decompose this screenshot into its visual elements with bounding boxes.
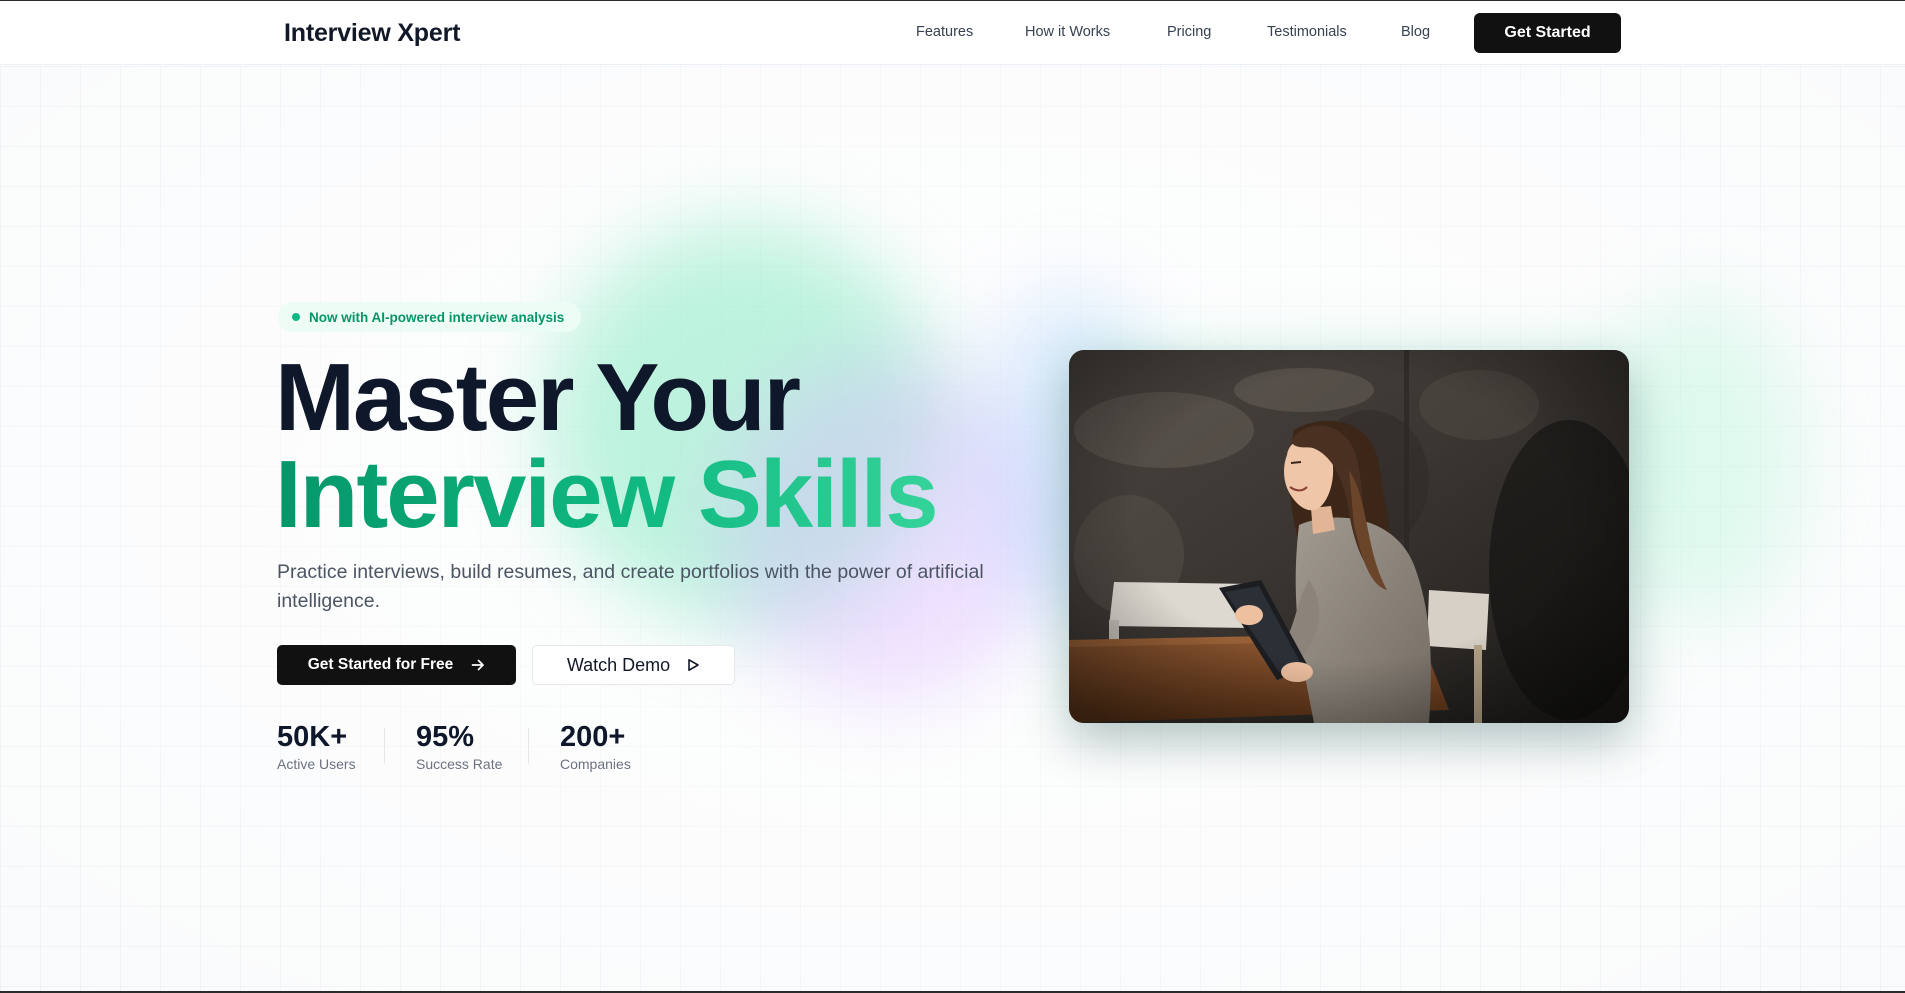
site-header: Interview Xpert Features How it Works Pr…: [0, 1, 1905, 65]
stat-label: Active Users: [277, 756, 356, 772]
stat-success-rate: 95% Success Rate: [416, 720, 502, 772]
stat-companies: 200+ Companies: [560, 720, 631, 772]
nav-link-features[interactable]: Features: [916, 24, 973, 40]
hero-title-line-2: Interview Skills: [275, 441, 939, 548]
arrow-right-icon: [471, 659, 485, 671]
hero-title-line-1: Master Your: [275, 344, 801, 451]
nav-link-testimonials[interactable]: Testimonials: [1267, 24, 1347, 40]
get-started-free-button[interactable]: Get Started for Free: [277, 645, 516, 685]
badge-text: Now with AI-powered interview analysis: [309, 309, 565, 325]
nav-link-blog[interactable]: Blog: [1401, 24, 1430, 40]
get-started-free-label: Get Started for Free: [307, 656, 454, 673]
stat-divider: [528, 728, 529, 764]
watch-demo-button[interactable]: Watch Demo: [532, 645, 735, 685]
nav-link-how-it-works[interactable]: How it Works: [1025, 24, 1110, 40]
stat-value: 95%: [416, 721, 475, 753]
hero-image: [1069, 350, 1629, 723]
stat-label: Success Rate: [416, 756, 503, 772]
watch-demo-label: Watch Demo: [566, 654, 671, 675]
play-icon: [688, 659, 699, 671]
stat-label: Companies: [560, 756, 631, 772]
stat-active-users: 50K+ Active Users: [277, 720, 356, 772]
hero-photo: [1069, 350, 1629, 723]
nav-link-pricing[interactable]: Pricing: [1167, 24, 1211, 40]
hero-subtitle: Practice interviews, build resumes, and …: [277, 561, 984, 612]
stat-value: 50K+: [277, 721, 348, 753]
stat-divider: [384, 728, 385, 764]
stat-value: 200+: [560, 721, 626, 753]
status-dot-icon: [292, 313, 300, 321]
ai-feature-badge: Now with AI-powered interview analysis: [278, 302, 582, 332]
get-started-button[interactable]: Get Started: [1474, 13, 1621, 53]
mint-glow-decoration: [1600, 300, 1800, 620]
